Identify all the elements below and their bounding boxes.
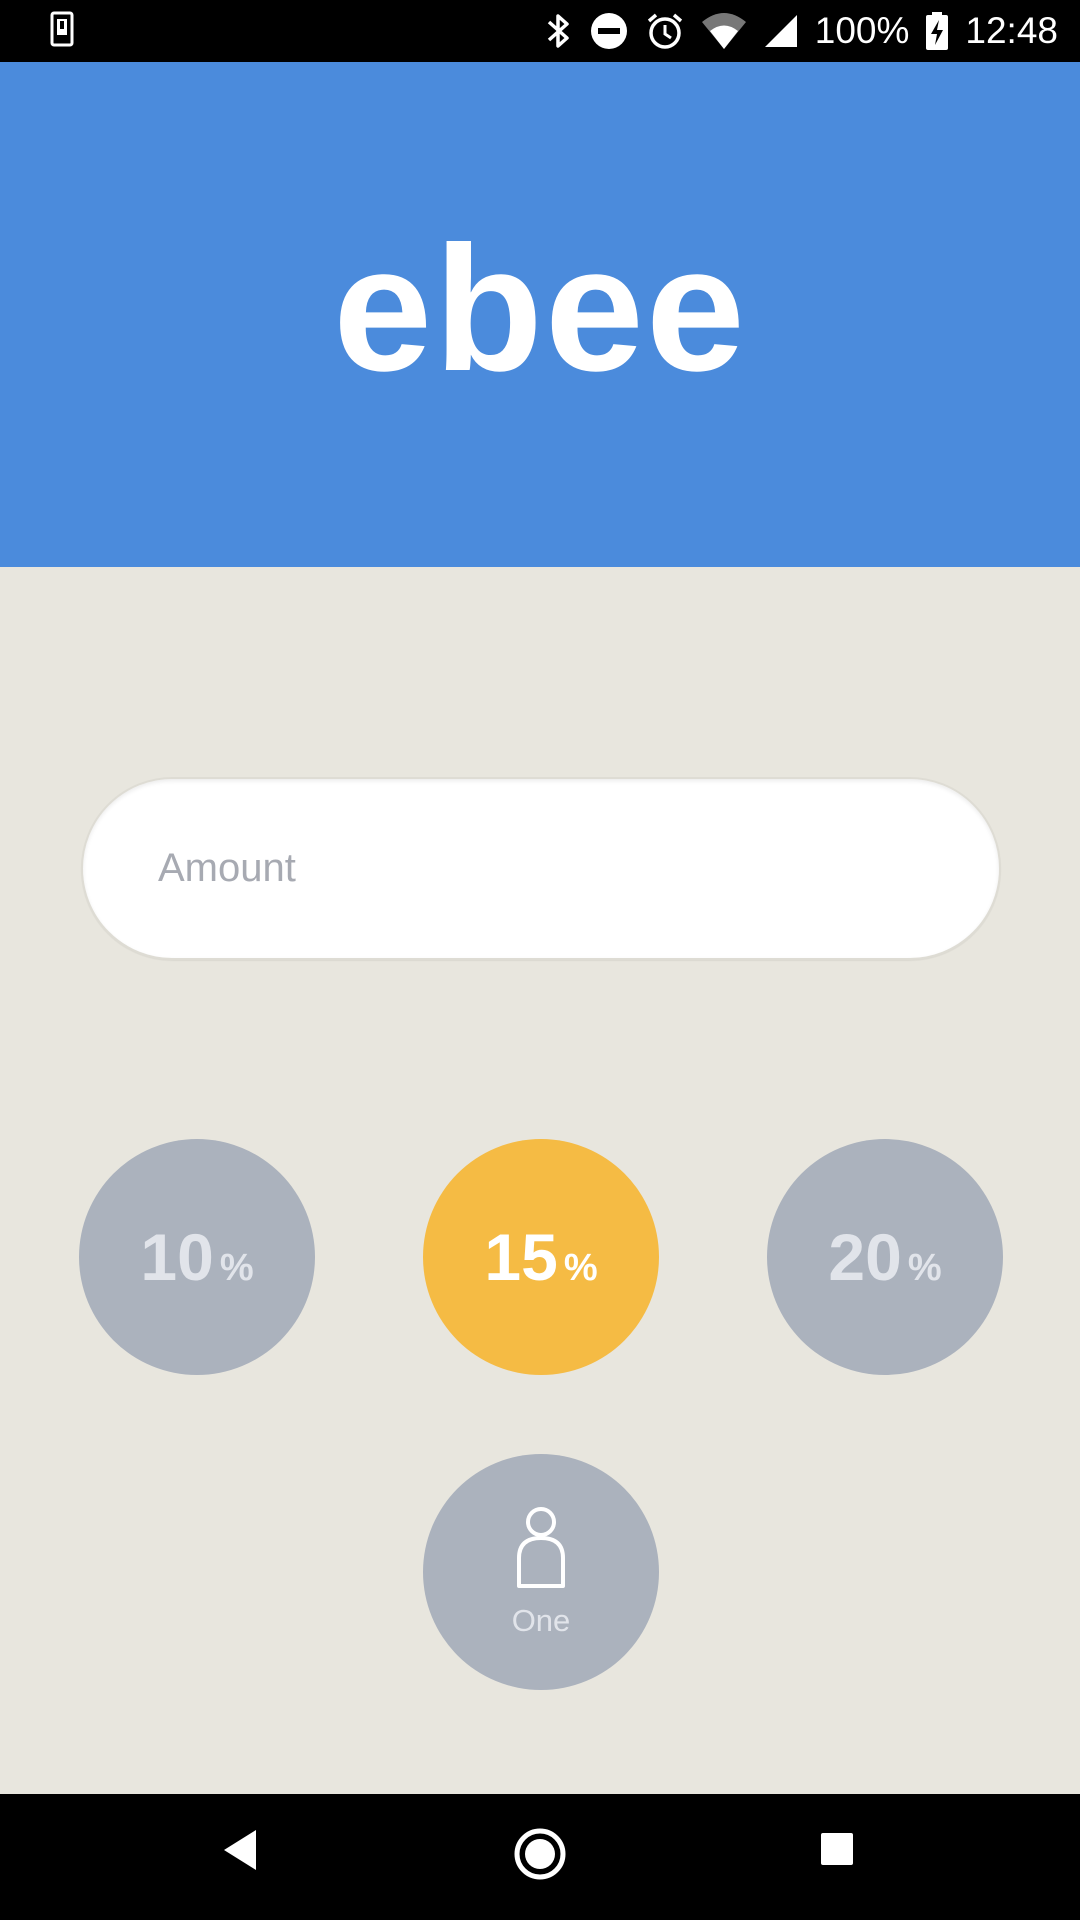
do-not-disturb-icon — [589, 11, 629, 51]
tip-unit: % — [907, 1247, 942, 1289]
split-label: One — [511, 1602, 571, 1638]
tip-value: 15 — [484, 1220, 558, 1294]
home-icon[interactable] — [513, 1827, 567, 1881]
navigation-bar — [0, 1794, 1080, 1920]
split-people-button[interactable]: One — [423, 1454, 659, 1690]
battery-percent: 100% — [814, 10, 910, 51]
app-header: ebee — [0, 62, 1080, 567]
tip-10-button[interactable]: 10 % — [79, 1139, 315, 1375]
amount-input[interactable] — [83, 779, 999, 958]
status-bar: 100% 12:48 — [0, 0, 1080, 62]
app-title: ebee — [333, 209, 747, 408]
tip-value: 10 — [140, 1220, 214, 1294]
bluetooth-icon — [545, 11, 573, 51]
wifi-icon — [701, 12, 747, 50]
tip-unit: % — [563, 1247, 598, 1289]
amount-field-container — [81, 777, 1001, 960]
recents-icon[interactable] — [820, 1832, 854, 1866]
screenshot-icon — [50, 11, 74, 52]
clock-time: 12:48 — [965, 10, 1058, 51]
alarm-icon — [645, 11, 685, 51]
tip-unit: % — [219, 1247, 254, 1289]
battery-charging-icon — [925, 11, 949, 51]
tip-20-button[interactable]: 20 % — [767, 1139, 1003, 1375]
tip-15-button[interactable]: 15 % — [423, 1139, 659, 1375]
signal-icon — [763, 13, 799, 49]
back-icon[interactable] — [220, 1828, 260, 1872]
tip-value: 20 — [828, 1220, 902, 1294]
person-icon — [513, 1506, 569, 1595]
